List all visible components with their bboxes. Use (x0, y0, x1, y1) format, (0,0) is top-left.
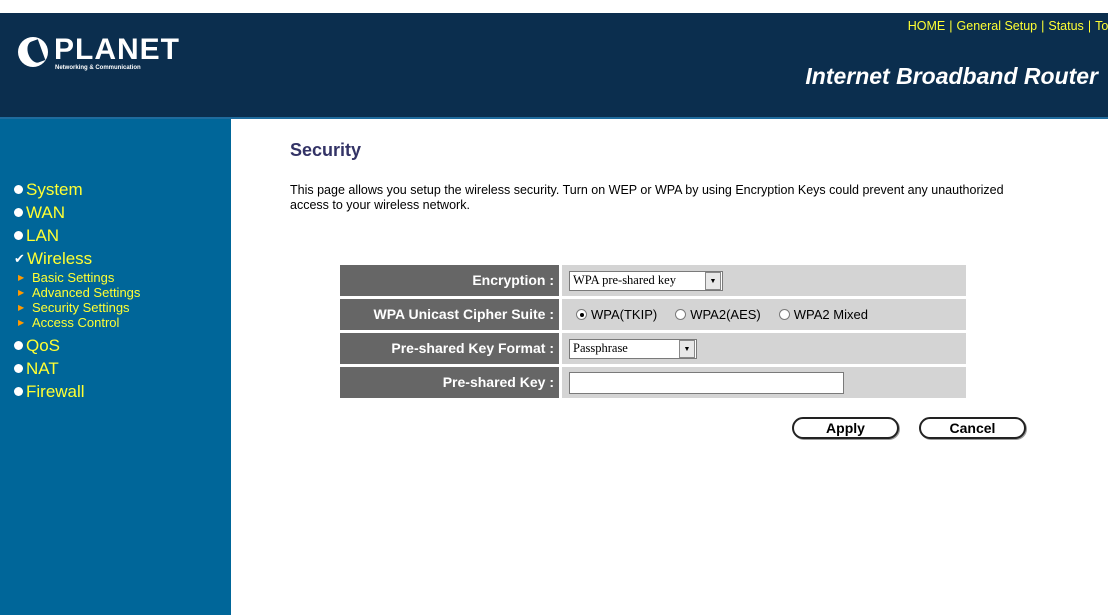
arrow-right-icon: ▶ (18, 273, 25, 282)
cipher-row: WPA Unicast Cipher Suite : WPA(TKIP) WPA… (340, 299, 966, 330)
sidebar-menu: System WAN LAN ✔ Wireless ▶ Basic Settings… (0, 178, 231, 403)
check-icon: ✔ (14, 250, 25, 266)
logo-subtitle: Networking & Communication (55, 65, 141, 71)
psk-input[interactable] (569, 371, 844, 394)
radio-wpa-tkip[interactable]: WPA(TKIP) (576, 307, 657, 322)
sidebar-item-label: WAN (26, 202, 66, 222)
psk-label: Pre-shared Key : (340, 367, 559, 398)
key-format-label: Pre-shared Key Format : (340, 333, 559, 364)
radio-wpa2-mixed[interactable]: WPA2 Mixed (778, 307, 868, 322)
logo-text: PLANET (54, 33, 180, 66)
chevron-down-icon: ▼ (705, 271, 721, 290)
bullet-icon (14, 208, 23, 217)
sidebar-item-label: NAT (26, 358, 59, 378)
encryption-value-cell: WPA pre-shared key ▼ (562, 265, 966, 296)
cancel-button[interactable]: Cancel (919, 417, 1026, 439)
sidebar-subitem-basic-settings[interactable]: ▶ Basic Settings (0, 270, 231, 285)
sidebar: System WAN LAN ✔ Wireless ▶ Basic Settings… (0, 119, 231, 615)
radio-icon (778, 309, 790, 320)
nav-separator: | (1087, 19, 1092, 33)
top-strip (0, 0, 1108, 13)
form-buttons: Apply Cancel (792, 417, 1046, 439)
top-nav: HOME|General Setup|Status|Tool (908, 19, 1108, 33)
key-format-select[interactable]: Passphrase ▼ (569, 338, 697, 359)
cipher-value-cell: WPA(TKIP) WPA2(AES) WPA2 Mixed (562, 299, 966, 330)
header: PLANET Networking & Communication HOME | G… (0, 13, 1108, 117)
security-form: Encryption : WPA pre-shared key ▼ WPA Un… (340, 265, 966, 401)
radio-label: WPA2(AES) (690, 307, 761, 322)
sidebar-subitem-advanced-settings[interactable]: ▶ Advanced Settings (0, 285, 231, 300)
sidebar-subitem-access-control[interactable]: ▶ Access Control (0, 315, 231, 330)
page-description: This page allows you setup the wireless … (290, 183, 1004, 212)
planet-logo-icon (18, 37, 48, 67)
sidebar-subitem-security-settings[interactable]: ▶ Security Settings (0, 300, 231, 315)
bullet-icon (14, 364, 23, 373)
radio-icon (675, 309, 687, 320)
sidebar-item-label: Wireless (27, 248, 93, 268)
nav-tool[interactable]: Tool (1095, 19, 1108, 33)
encryption-select-value: WPA pre-shared key (573, 273, 676, 287)
planet-logo: PLANET Networking & Communication (18, 33, 198, 79)
page-title: Security (290, 140, 362, 160)
nav-separator: | (1041, 19, 1045, 33)
nav-home[interactable]: HOME (908, 19, 946, 33)
radio-label: WPA(TKIP) (591, 307, 658, 322)
encryption-label: Encryption : (340, 265, 559, 296)
sidebar-item-label: LAN (26, 225, 60, 245)
key-format-value-cell: Passphrase ▼ (562, 333, 966, 364)
psk-row: Pre-shared Key : (340, 367, 966, 398)
sidebar-item-label: System (26, 179, 83, 199)
encryption-row: Encryption : WPA pre-shared key ▼ (340, 265, 966, 296)
product-title: Internet Broadband Router (805, 63, 1098, 89)
sidebar-subitem-label: Security Settings (32, 300, 130, 315)
sidebar-item-qos[interactable]: QoS (0, 334, 231, 357)
main-content: Security This page allows you setup the … (231, 119, 1108, 615)
sidebar-item-lan[interactable]: LAN (0, 224, 231, 247)
arrow-right-icon: ▶ (18, 288, 25, 297)
key-format-row: Pre-shared Key Format : Passphrase ▼ (340, 333, 966, 364)
apply-button[interactable]: Apply (792, 417, 899, 439)
arrow-right-icon: ▶ (18, 318, 25, 327)
sidebar-item-firewall[interactable]: Firewall (0, 380, 231, 403)
psk-value-cell (562, 367, 966, 398)
nav-separator: | (949, 19, 953, 33)
encryption-select[interactable]: WPA pre-shared key ▼ (569, 270, 723, 291)
sidebar-subitem-label: Advanced Settings (32, 285, 141, 300)
bullet-icon (14, 387, 23, 396)
sidebar-item-nat[interactable]: NAT (0, 357, 231, 380)
bullet-icon (14, 231, 23, 240)
bullet-icon (14, 341, 23, 350)
sidebar-item-label: Firewall (26, 381, 85, 401)
nav-general-setup[interactable]: General Setup (957, 19, 1038, 33)
cipher-label: WPA Unicast Cipher Suite : (340, 299, 559, 330)
nav-status[interactable]: Status (1048, 19, 1083, 33)
sidebar-item-label: QoS (26, 335, 61, 355)
sidebar-item-wireless[interactable]: ✔ Wireless (0, 247, 231, 270)
chevron-down-icon: ▼ (679, 339, 695, 358)
sidebar-item-wan[interactable]: WAN (0, 201, 231, 224)
sidebar-subitem-label: Basic Settings (32, 270, 115, 285)
radio-wpa2-aes[interactable]: WPA2(AES) (675, 307, 761, 322)
arrow-right-icon: ▶ (18, 303, 25, 312)
sidebar-subitem-label: Access Control (32, 315, 120, 330)
radio-label: WPA2 Mixed (793, 307, 868, 322)
sidebar-item-system[interactable]: System (0, 178, 231, 201)
key-format-select-value: Passphrase (573, 341, 628, 355)
radio-selected-icon (576, 309, 587, 320)
bullet-icon (14, 185, 23, 194)
